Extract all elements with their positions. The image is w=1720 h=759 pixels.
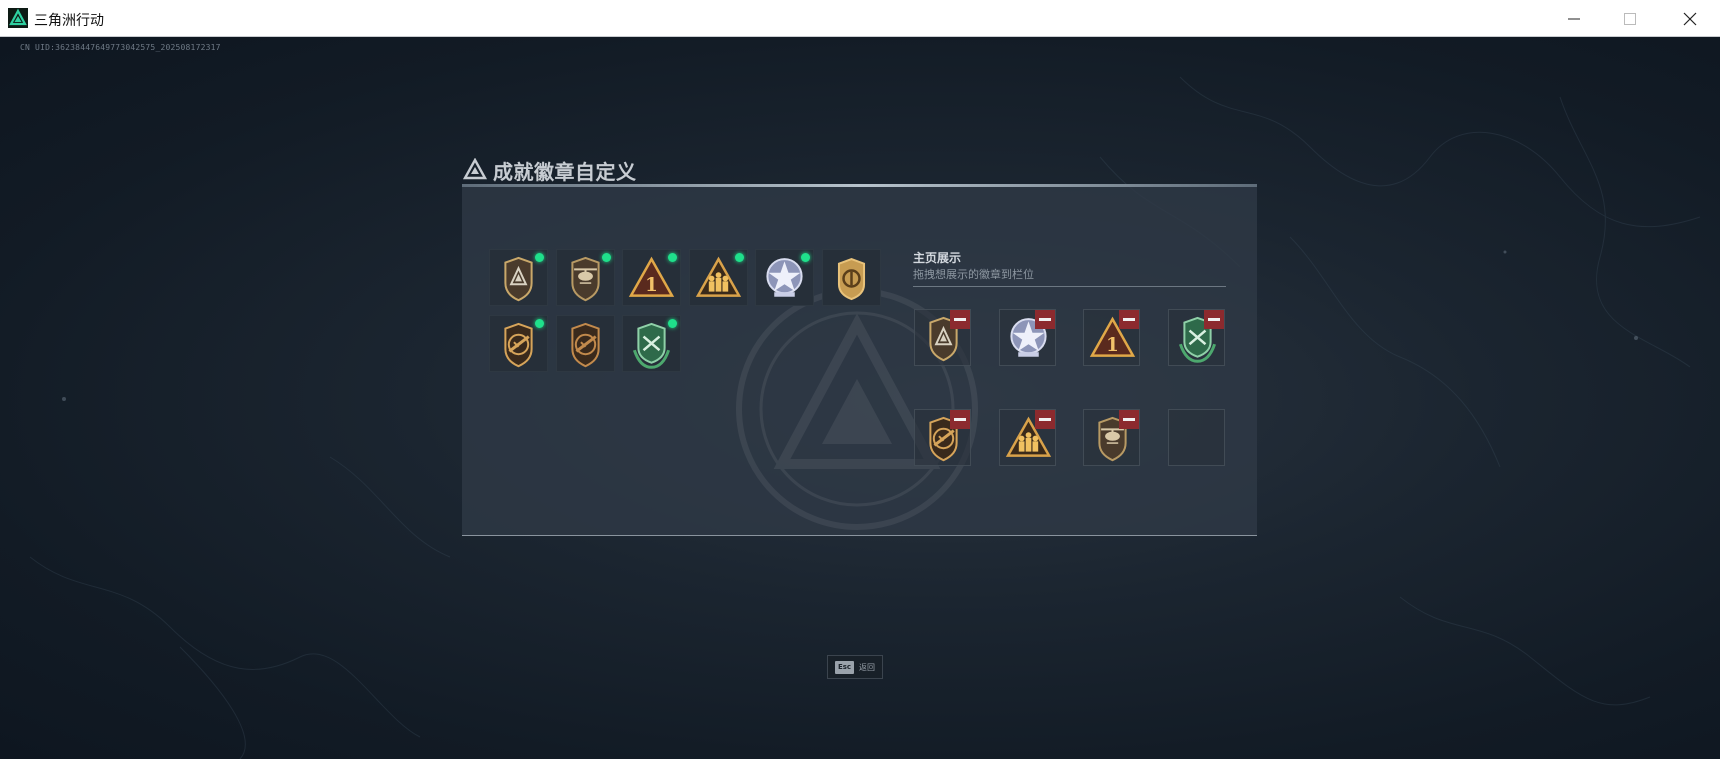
new-indicator-dot xyxy=(801,253,810,262)
remove-badge-button[interactable] xyxy=(1119,410,1139,429)
new-indicator-dot xyxy=(535,253,544,262)
remove-badge-button[interactable] xyxy=(1119,310,1139,329)
owned-badge-cell[interactable]: 1 xyxy=(622,249,681,306)
new-indicator-dot xyxy=(601,253,611,262)
showcase-slot[interactable] xyxy=(914,409,971,466)
dialog-title: 成就徽章自定义 xyxy=(493,160,637,184)
owned-badge-cell[interactable] xyxy=(555,315,615,372)
maximize-icon xyxy=(1624,13,1636,25)
app-logo-icon xyxy=(8,8,28,28)
back-label: 返回 xyxy=(859,663,875,672)
owned-badge-cell[interactable] xyxy=(489,249,548,306)
remove-badge-button[interactable] xyxy=(1204,310,1224,329)
showcase-title: 主页展示 xyxy=(913,251,962,265)
close-icon xyxy=(1683,12,1697,26)
showcase-subtitle: 拖拽想展示的徽章到栏位 xyxy=(913,268,1034,281)
svg-text:1: 1 xyxy=(1106,335,1119,356)
close-button[interactable] xyxy=(1662,0,1718,37)
window-title: 三角洲行动 xyxy=(34,13,104,29)
remove-badge-button[interactable] xyxy=(950,310,970,329)
uid-label: CN UID:3623844764977304257­5_20250817231… xyxy=(20,43,221,52)
svg-text:1: 1 xyxy=(645,275,658,296)
minimize-button[interactable] xyxy=(1546,0,1602,37)
remove-badge-button[interactable] xyxy=(950,410,970,429)
owned-badge-cell[interactable] xyxy=(622,315,681,372)
new-indicator-dot xyxy=(668,253,677,262)
owned-badge-cell[interactable] xyxy=(688,249,748,306)
rifle-shield-bronze-badge-icon xyxy=(570,322,600,368)
window-titlebar: 三角洲行动 xyxy=(0,0,1720,37)
owned-badge-cell[interactable] xyxy=(489,315,548,372)
owned-badge-cell[interactable] xyxy=(555,249,615,306)
showcase-slot-empty[interactable] xyxy=(1168,409,1225,466)
back-button[interactable]: Esc 返回 xyxy=(827,655,883,679)
showcase-slot[interactable] xyxy=(999,309,1056,366)
remove-badge-button[interactable] xyxy=(1035,410,1055,429)
showcase-slot[interactable] xyxy=(914,309,971,366)
showcase-slot[interactable]: 1 xyxy=(1083,309,1140,366)
delta-logo-icon xyxy=(463,158,487,180)
dialog-top-divider xyxy=(462,184,1257,187)
gold-emblem-badge-icon xyxy=(837,258,865,301)
minimize-icon xyxy=(1568,18,1580,20)
owned-badge-cell[interactable] xyxy=(821,249,881,306)
new-indicator-dot xyxy=(734,253,744,262)
showcase-divider xyxy=(913,286,1226,287)
showcase-slot[interactable] xyxy=(1168,309,1225,366)
owned-badge-cell[interactable] xyxy=(755,249,814,306)
maximize-button[interactable] xyxy=(1602,0,1658,37)
showcase-slot[interactable] xyxy=(999,409,1056,466)
new-indicator-dot xyxy=(668,319,677,328)
showcase-slot[interactable] xyxy=(1083,409,1140,466)
new-indicator-dot xyxy=(535,319,544,328)
esc-key-label: Esc xyxy=(835,661,854,674)
remove-badge-button[interactable] xyxy=(1035,310,1055,329)
